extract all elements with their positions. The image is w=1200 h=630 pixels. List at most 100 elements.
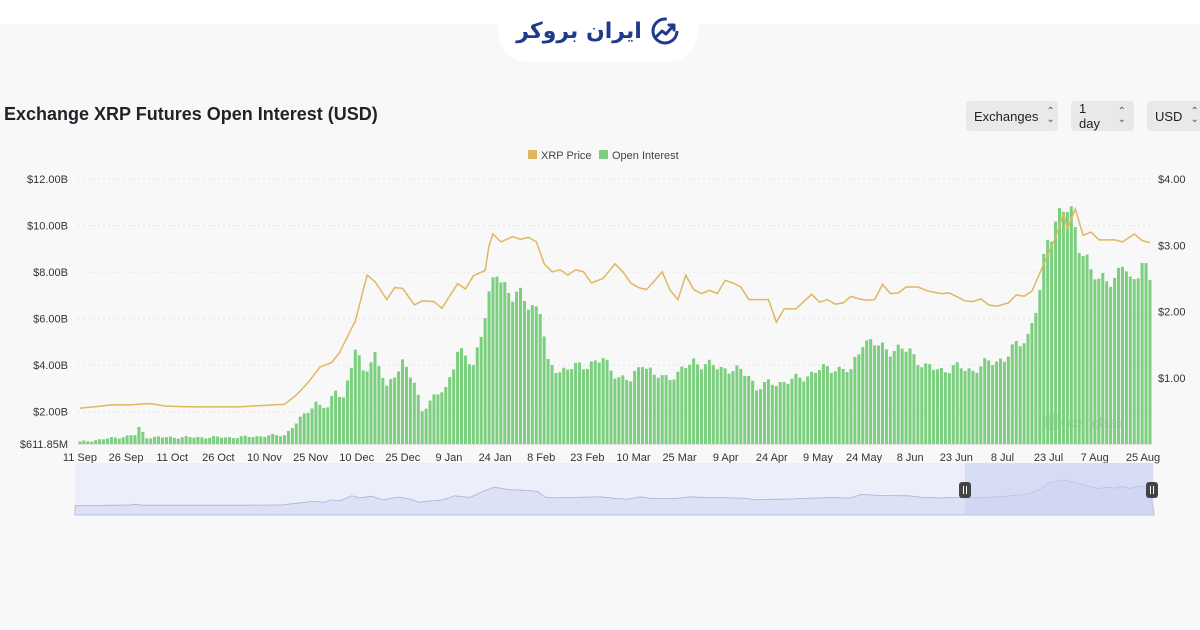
open-interest-bar[interactable]	[357, 355, 361, 444]
open-interest-bar[interactable]	[593, 360, 597, 444]
open-interest-bar[interactable]	[1132, 279, 1136, 444]
open-interest-bar[interactable]	[601, 358, 605, 444]
open-interest-bar[interactable]	[361, 370, 365, 444]
open-interest-bar[interactable]	[696, 364, 700, 444]
open-interest-bar[interactable]	[991, 365, 995, 444]
open-interest-bar[interactable]	[1014, 340, 1018, 444]
open-interest-bar[interactable]	[644, 368, 648, 444]
open-interest-bar[interactable]	[365, 371, 369, 444]
open-interest-bar[interactable]	[460, 348, 464, 444]
open-interest-bar[interactable]	[196, 436, 200, 444]
open-interest-bar[interactable]	[330, 395, 334, 444]
open-interest-bar[interactable]	[286, 430, 290, 444]
open-interest-bar[interactable]	[951, 365, 955, 444]
open-interest-bar[interactable]	[479, 336, 483, 444]
open-interest-bar[interactable]	[652, 374, 656, 444]
open-interest-bar[interactable]	[727, 373, 731, 444]
open-interest-bar[interactable]	[306, 413, 310, 444]
open-interest-bar[interactable]	[908, 348, 912, 444]
open-interest-bar[interactable]	[105, 438, 109, 444]
open-interest-bar[interactable]	[589, 361, 593, 444]
open-interest-bar[interactable]	[660, 375, 664, 444]
open-interest-bar[interactable]	[393, 377, 397, 444]
open-interest-bar[interactable]	[802, 381, 806, 444]
open-interest-bar[interactable]	[1093, 279, 1097, 444]
open-interest-bar[interactable]	[723, 368, 727, 444]
open-interest-bar[interactable]	[739, 368, 743, 444]
open-interest-bar[interactable]	[385, 385, 389, 444]
open-interest-bar[interactable]	[176, 438, 180, 444]
open-interest-bar[interactable]	[216, 436, 220, 444]
open-interest-bar[interactable]	[841, 368, 845, 444]
open-interest-bar[interactable]	[1128, 276, 1132, 444]
open-interest-bar[interactable]	[554, 373, 558, 444]
open-interest-bar[interactable]	[963, 371, 967, 444]
open-interest-bar[interactable]	[530, 305, 534, 444]
open-interest-bar[interactable]	[251, 437, 255, 444]
open-interest-bar[interactable]	[1061, 211, 1065, 444]
open-interest-bar[interactable]	[668, 380, 672, 444]
open-interest-bar[interactable]	[353, 349, 357, 444]
open-interest-bar[interactable]	[849, 369, 853, 444]
open-interest-bar[interactable]	[503, 281, 507, 444]
open-interest-bar[interactable]	[298, 416, 302, 444]
open-interest-bar[interactable]	[456, 351, 460, 444]
open-interest-bar[interactable]	[164, 437, 168, 444]
open-interest-bar[interactable]	[798, 377, 802, 444]
open-interest-bar[interactable]	[1081, 256, 1085, 444]
open-interest-bar[interactable]	[247, 437, 251, 444]
open-interest-bar[interactable]	[1069, 206, 1073, 444]
open-interest-bar[interactable]	[880, 342, 884, 444]
open-interest-bar[interactable]	[900, 348, 904, 444]
open-interest-bar[interactable]	[550, 364, 554, 444]
open-interest-bar[interactable]	[778, 382, 782, 444]
open-interest-bar[interactable]	[212, 436, 216, 444]
open-interest-bar[interactable]	[943, 372, 947, 444]
open-interest-bar[interactable]	[1010, 344, 1014, 444]
open-interest-bar[interactable]	[389, 379, 393, 444]
open-interest-bar[interactable]	[282, 435, 286, 444]
open-interest-bar[interactable]	[735, 365, 739, 444]
open-interest-bar[interactable]	[255, 436, 259, 444]
open-interest-bar[interactable]	[581, 369, 585, 444]
open-interest-bar[interactable]	[184, 436, 188, 444]
open-interest-bar[interactable]	[1050, 241, 1054, 444]
open-interest-bar[interactable]	[1042, 254, 1046, 444]
open-interest-bar[interactable]	[125, 435, 129, 444]
open-interest-bar[interactable]	[613, 378, 617, 444]
open-interest-bar[interactable]	[204, 438, 208, 444]
open-interest-bar[interactable]	[263, 436, 267, 444]
open-interest-bar[interactable]	[794, 373, 798, 444]
open-interest-bar[interactable]	[1046, 239, 1050, 444]
navigator-right-handle[interactable]	[1146, 482, 1158, 498]
open-interest-bar[interactable]	[546, 358, 550, 444]
open-interest-bar[interactable]	[810, 371, 814, 444]
open-interest-bar[interactable]	[416, 394, 420, 444]
open-interest-bar[interactable]	[959, 368, 963, 444]
open-interest-bar[interactable]	[499, 282, 503, 444]
open-interest-bar[interactable]	[617, 377, 621, 444]
open-interest-bar[interactable]	[94, 440, 98, 444]
open-interest-bar[interactable]	[814, 372, 818, 444]
open-interest-bar[interactable]	[1136, 278, 1140, 444]
navigator-selection[interactable]	[965, 463, 1153, 515]
open-interest-bar[interactable]	[585, 368, 589, 444]
open-interest-bar[interactable]	[526, 309, 530, 444]
open-interest-bar[interactable]	[755, 390, 759, 444]
open-interest-bar[interactable]	[971, 370, 975, 444]
open-interest-bar[interactable]	[629, 381, 633, 444]
open-interest-bar[interactable]	[235, 438, 239, 444]
open-interest-bar[interactable]	[322, 407, 326, 444]
open-interest-bar[interactable]	[1089, 269, 1093, 444]
open-interest-bar[interactable]	[267, 435, 271, 444]
open-interest-bar[interactable]	[121, 437, 125, 444]
open-interest-bar[interactable]	[511, 301, 515, 444]
open-interest-bar[interactable]	[436, 394, 440, 444]
open-interest-bar[interactable]	[762, 382, 766, 444]
open-interest-bar[interactable]	[609, 370, 613, 444]
open-interest-bar[interactable]	[153, 436, 157, 444]
open-interest-bar[interactable]	[192, 437, 196, 444]
open-interest-bar[interactable]	[857, 354, 861, 444]
open-interest-bar[interactable]	[1018, 346, 1022, 444]
open-interest-bar[interactable]	[1038, 289, 1042, 444]
